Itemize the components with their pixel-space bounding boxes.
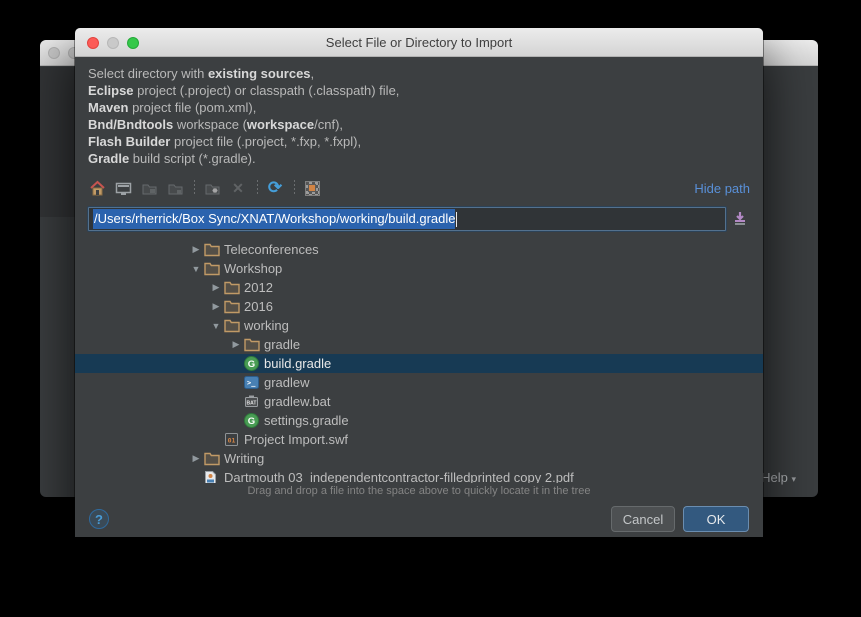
expand-arrow-icon[interactable]: ▶ <box>208 301 224 312</box>
new-folder-icon <box>203 179 221 197</box>
project-directory-icon <box>140 179 158 197</box>
close-icon[interactable] <box>87 37 99 49</box>
help-button[interactable]: ? <box>89 509 109 529</box>
tree-row[interactable]: ▶ gradle <box>75 335 763 354</box>
folder-icon <box>204 262 222 276</box>
gradle-icon: G <box>244 413 262 428</box>
swf-icon: 01 <box>224 432 242 447</box>
tree-row-label: Teleconferences <box>224 242 319 257</box>
file-tree: ▶Teleconferences▼Workshop▶2012▶2016▼work… <box>75 240 763 483</box>
import-description: Select directory with existing sources,E… <box>88 65 750 167</box>
text-caret <box>456 212 457 227</box>
toolbar-separator <box>257 180 258 196</box>
description-line: Gradle build script (*.gradle). <box>88 150 750 167</box>
tree-row[interactable]: ▶ 2012 <box>75 278 763 297</box>
expand-arrow-icon[interactable]: ▶ <box>228 339 244 350</box>
description-line: Maven project file (pom.xml), <box>88 99 750 116</box>
tree-row[interactable]: ▶ 2016 <box>75 297 763 316</box>
folder-icon <box>204 243 222 257</box>
path-selected-text: /Users/rherrick/Box Sync/XNAT/Workshop/w… <box>93 209 455 229</box>
toolbar-separator <box>194 180 195 196</box>
cancel-button[interactable]: Cancel <box>611 506 675 532</box>
tree-row[interactable]: ▼ Workshop <box>75 259 763 278</box>
dialog-titlebar[interactable]: Select File or Directory to Import <box>75 28 763 57</box>
tree-row-label: gradlew.bat <box>264 394 331 409</box>
folder-icon <box>204 452 222 466</box>
expand-arrow-icon[interactable]: ▶ <box>188 453 204 464</box>
desktop-stage: Help ▾ Select File or Directory to Impor… <box>0 0 861 617</box>
svg-text:G: G <box>248 359 255 370</box>
description-line: Eclipse project (.project) or classpath … <box>88 82 750 99</box>
chevron-down-icon: ▾ <box>791 474 796 484</box>
tree-row[interactable]: 01 Project Import.swf <box>75 430 763 449</box>
tree-row[interactable]: BAT gradlew.bat <box>75 392 763 411</box>
home-icon[interactable] <box>88 179 106 197</box>
tree-row[interactable]: Gbuild.gradle <box>75 354 763 373</box>
folder-icon <box>244 338 262 352</box>
tree-row[interactable]: ▶ Teleconferences <box>75 240 763 259</box>
svg-text:>_: >_ <box>247 379 256 387</box>
folder-icon <box>224 281 242 295</box>
tree-row[interactable]: >_ gradlew <box>75 373 763 392</box>
tree-row[interactable]: Dartmouth 03_independentcontractor-fille… <box>75 468 763 483</box>
tree-row-label: Writing <box>224 451 264 466</box>
expand-arrow-icon[interactable]: ▶ <box>188 244 204 255</box>
show-hidden-files-icon[interactable] <box>303 179 321 197</box>
help-menu-label: Help <box>761 470 788 485</box>
traffic-lights <box>87 37 139 49</box>
tree-row-label: working <box>244 318 289 333</box>
collapse-arrow-icon[interactable]: ▼ <box>188 264 204 274</box>
module-directory-icon <box>166 179 184 197</box>
tree-row-label: gradle <box>264 337 300 352</box>
tree-row-label: 2012 <box>244 280 273 295</box>
tree-row-label: 2016 <box>244 299 273 314</box>
tree-row-label: Workshop <box>224 261 282 276</box>
tree-row-label: build.gradle <box>264 356 331 371</box>
tree-row-label: settings.gradle <box>264 413 349 428</box>
folder-icon <box>224 300 242 314</box>
drag-drop-hint: Drag and drop a file into the space abov… <box>75 485 763 497</box>
svg-text:BAT: BAT <box>247 401 257 407</box>
file-chooser-toolbar: ✕ ⟳ Hide path <box>88 176 750 200</box>
desktop-icon[interactable] <box>114 179 132 197</box>
description-line: Bnd/Bndtools workspace (workspace/cnf), <box>88 116 750 133</box>
svg-text:01: 01 <box>228 437 236 445</box>
select-file-dialog: Select File or Directory to Import Selec… <box>75 28 763 537</box>
tree-row-label: Project Import.swf <box>244 432 348 447</box>
path-field-row: /Users/rherrick/Box Sync/XNAT/Workshop/w… <box>88 207 750 231</box>
bat-icon: BAT <box>244 394 262 409</box>
delete-icon: ✕ <box>229 179 247 197</box>
minimize-icon <box>107 37 119 49</box>
ok-button[interactable]: OK <box>683 506 749 532</box>
expand-arrow-icon[interactable]: ▶ <box>208 282 224 293</box>
hide-path-link[interactable]: Hide path <box>694 181 750 196</box>
dialog-footer: ? Cancel OK <box>89 506 749 532</box>
tree-row-label: Dartmouth 03_independentcontractor-fille… <box>224 470 574 483</box>
tree-row[interactable]: ▼ working <box>75 316 763 335</box>
description-line: Flash Builder project file (.project, *.… <box>88 133 750 150</box>
tree-row-label: gradlew <box>264 375 310 390</box>
terminal-icon: >_ <box>244 375 262 390</box>
pdf-icon <box>204 470 222 483</box>
paste-path-icon[interactable] <box>730 209 750 229</box>
folder-icon <box>224 319 242 333</box>
path-input[interactable]: /Users/rherrick/Box Sync/XNAT/Workshop/w… <box>88 207 726 231</box>
close-icon[interactable] <box>48 47 60 59</box>
refresh-icon[interactable]: ⟳ <box>266 179 284 197</box>
svg-text:G: G <box>248 416 255 427</box>
dialog-title: Select File or Directory to Import <box>75 35 763 50</box>
tree-row[interactable]: Gsettings.gradle <box>75 411 763 430</box>
help-menu[interactable]: Help ▾ <box>761 470 796 485</box>
tree-row[interactable]: ▶ Writing <box>75 449 763 468</box>
description-line: Select directory with existing sources, <box>88 65 750 82</box>
zoom-icon[interactable] <box>127 37 139 49</box>
gradle-icon: G <box>244 356 262 371</box>
collapse-arrow-icon[interactable]: ▼ <box>208 321 224 331</box>
toolbar-separator <box>294 180 295 196</box>
